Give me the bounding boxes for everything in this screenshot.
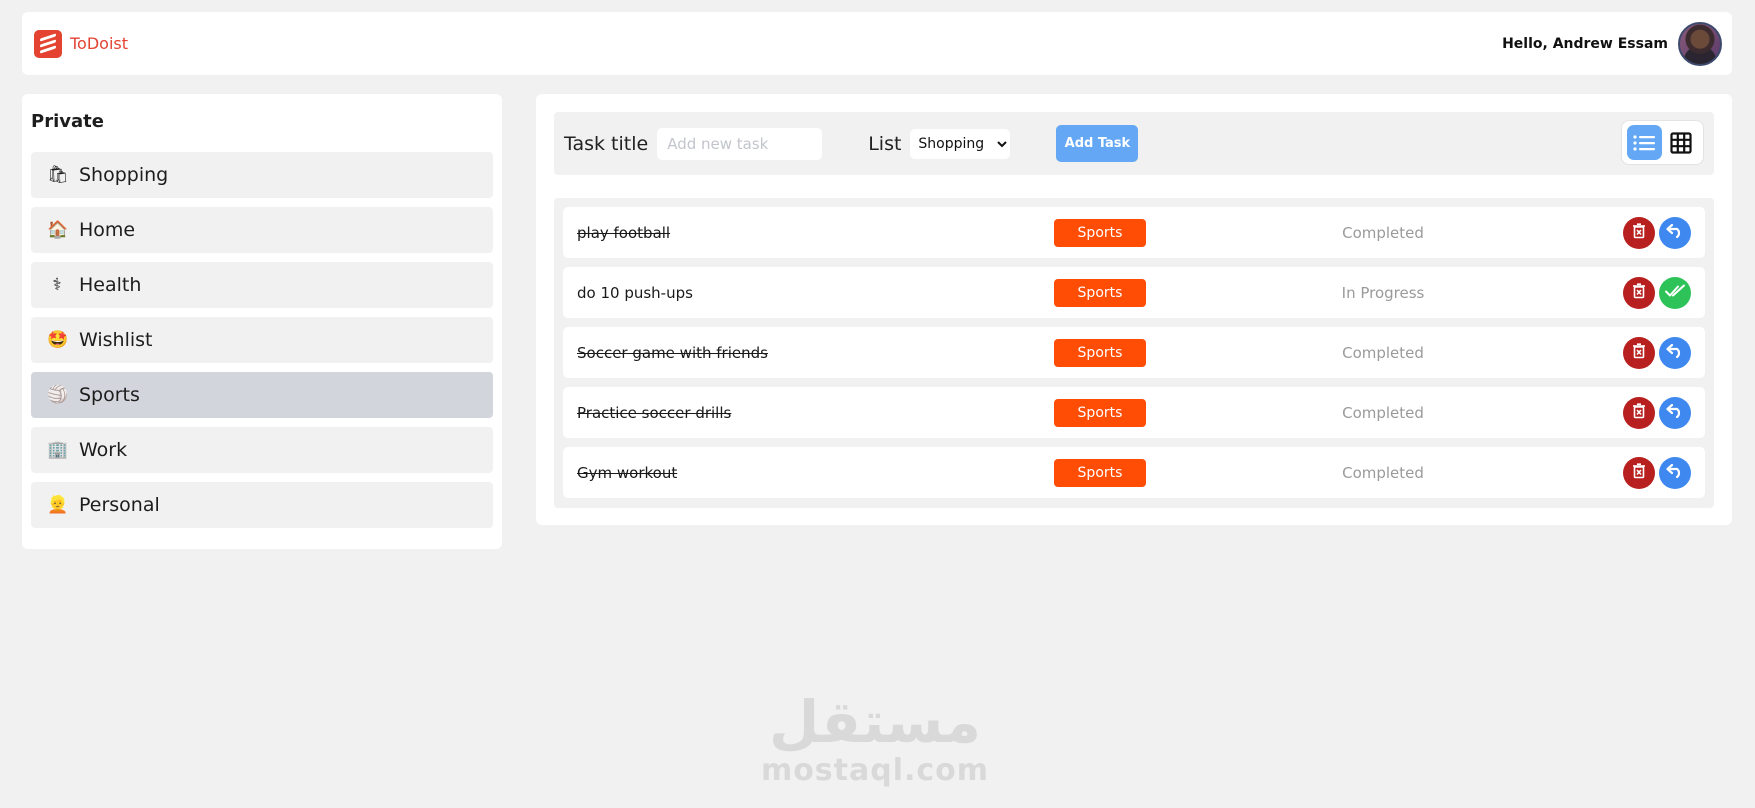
task-tag-badge: Sports xyxy=(1054,338,1146,367)
sidebar-item-home[interactable]: 🏠 Home xyxy=(31,207,493,253)
view-toggle xyxy=(1621,120,1704,165)
undo-icon xyxy=(1666,223,1684,242)
top-header: ToDoist Hello, Andrew Essam xyxy=(22,12,1732,75)
sidebar-item-label: Sports xyxy=(79,384,140,406)
complete-task-button[interactable] xyxy=(1659,276,1691,309)
undo-icon xyxy=(1666,403,1684,422)
list-label: List xyxy=(868,132,902,155)
task-title: play football xyxy=(577,223,671,242)
user-greeting: Hello, Andrew Essam xyxy=(1502,35,1668,52)
sidebar-item-sports[interactable]: 🏐 Sports xyxy=(31,372,493,418)
sidebar-item-label: Shopping xyxy=(79,164,169,186)
task-row: Practice soccer drills Sports Completed xyxy=(563,387,1705,438)
sidebar-list: 🛍 Shopping 🏠 Home ⚕ Health 🤩 Wishlist 🏐 Sports 🏢 Wo… xyxy=(31,152,493,528)
task-title: Gym workout xyxy=(577,463,678,482)
sidebar-item-work[interactable]: 🏢 Work xyxy=(31,427,493,473)
sidebar-item-health[interactable]: ⚕ Health xyxy=(31,262,493,308)
delete-task-button[interactable] xyxy=(1623,336,1655,369)
task-actions xyxy=(1623,276,1691,309)
app-name: ToDoist xyxy=(70,34,129,53)
sidebar-item-label: Personal xyxy=(79,494,160,516)
trash-icon xyxy=(1632,342,1646,363)
task-actions xyxy=(1623,396,1691,429)
task-tag-badge: Sports xyxy=(1054,278,1146,307)
list-view-button[interactable] xyxy=(1626,125,1662,160)
grid-view-icon xyxy=(1670,131,1692,154)
person-icon: 👱 xyxy=(47,494,69,515)
delete-task-button[interactable] xyxy=(1623,216,1655,249)
task-row: do 10 push-ups Sports In Progress xyxy=(563,267,1705,318)
sidebar-item-label: Health xyxy=(79,274,142,296)
task-status: Completed xyxy=(1342,403,1424,422)
delete-task-button[interactable] xyxy=(1623,456,1655,489)
trash-icon xyxy=(1632,222,1646,243)
trash-icon xyxy=(1632,282,1646,303)
delete-task-button[interactable] xyxy=(1623,396,1655,429)
task-tag-badge: Sports xyxy=(1054,398,1146,427)
brand[interactable]: ToDoist xyxy=(34,29,129,58)
task-status: In Progress xyxy=(1341,283,1425,302)
task-row: Soccer game with friends Sports Completed xyxy=(563,327,1705,378)
volleyball-icon: 🏐 xyxy=(47,384,69,405)
task-title-label: Task title xyxy=(564,132,649,155)
task-status: Completed xyxy=(1342,463,1424,482)
task-tag-badge: Sports xyxy=(1054,458,1146,487)
task-tag-badge: Sports xyxy=(1054,218,1146,247)
undo-task-button[interactable] xyxy=(1659,396,1691,429)
sidebar-title: Private xyxy=(31,111,104,132)
house-icon: 🏠 xyxy=(47,219,69,240)
office-building-icon: 🏢 xyxy=(47,439,69,460)
task-title: do 10 push-ups xyxy=(577,283,693,302)
delete-task-button[interactable] xyxy=(1623,276,1655,309)
task-title-input[interactable] xyxy=(657,127,823,160)
sidebar-item-label: Work xyxy=(79,439,128,461)
task-title: Soccer game with friends xyxy=(577,343,768,362)
watermark: مستقل mostaql.com xyxy=(760,690,990,788)
grid-view-button[interactable] xyxy=(1663,125,1698,160)
task-title: Practice soccer drills xyxy=(577,403,732,422)
sidebar: Private 🛍 Shopping 🏠 Home ⚕ Health 🤩 Wishlist 🏐 S… xyxy=(22,94,502,549)
task-row: play football Sports Completed xyxy=(563,207,1705,258)
task-status: Completed xyxy=(1342,223,1424,242)
main-panel: Task title List Shopping Add Task xyxy=(536,94,1732,525)
avatar[interactable] xyxy=(1678,21,1722,66)
sidebar-item-shopping[interactable]: 🛍 Shopping xyxy=(31,152,493,198)
sidebar-item-label: Home xyxy=(79,219,136,241)
undo-icon xyxy=(1666,463,1684,482)
task-list: play football Sports Completed do 10 push-u… xyxy=(554,198,1714,508)
watermark-arabic: مستقل xyxy=(768,688,982,756)
sidebar-item-label: Wishlist xyxy=(79,329,153,351)
sidebar-item-personal[interactable]: 👱 Personal xyxy=(31,482,493,528)
sidebar-item-wishlist[interactable]: 🤩 Wishlist xyxy=(31,317,493,363)
undo-task-button[interactable] xyxy=(1659,456,1691,489)
task-actions xyxy=(1623,456,1691,489)
task-row: Gym workout Sports Completed xyxy=(563,447,1705,498)
task-status: Completed xyxy=(1342,343,1424,362)
double-check-icon xyxy=(1665,283,1685,302)
star-struck-face-icon: 🤩 xyxy=(47,329,69,350)
task-actions xyxy=(1623,336,1691,369)
medical-staff-icon: ⚕ xyxy=(52,274,62,295)
trash-icon xyxy=(1632,402,1646,423)
shopping-bags-icon: 🛍 xyxy=(47,164,69,185)
watermark-latin: mostaql.com xyxy=(760,753,990,788)
list-view-icon xyxy=(1633,134,1656,151)
trash-icon xyxy=(1632,462,1646,483)
task-actions xyxy=(1623,216,1691,249)
task-toolbar: Task title List Shopping Add Task xyxy=(554,112,1714,175)
undo-task-button[interactable] xyxy=(1659,216,1691,249)
undo-task-button[interactable] xyxy=(1659,336,1691,369)
user-info: Hello, Andrew Essam xyxy=(1502,21,1722,66)
list-select[interactable]: Shopping xyxy=(910,128,1011,159)
undo-icon xyxy=(1666,343,1684,362)
add-task-button[interactable]: Add Task xyxy=(1056,125,1139,162)
todoist-logo-icon xyxy=(34,29,62,58)
